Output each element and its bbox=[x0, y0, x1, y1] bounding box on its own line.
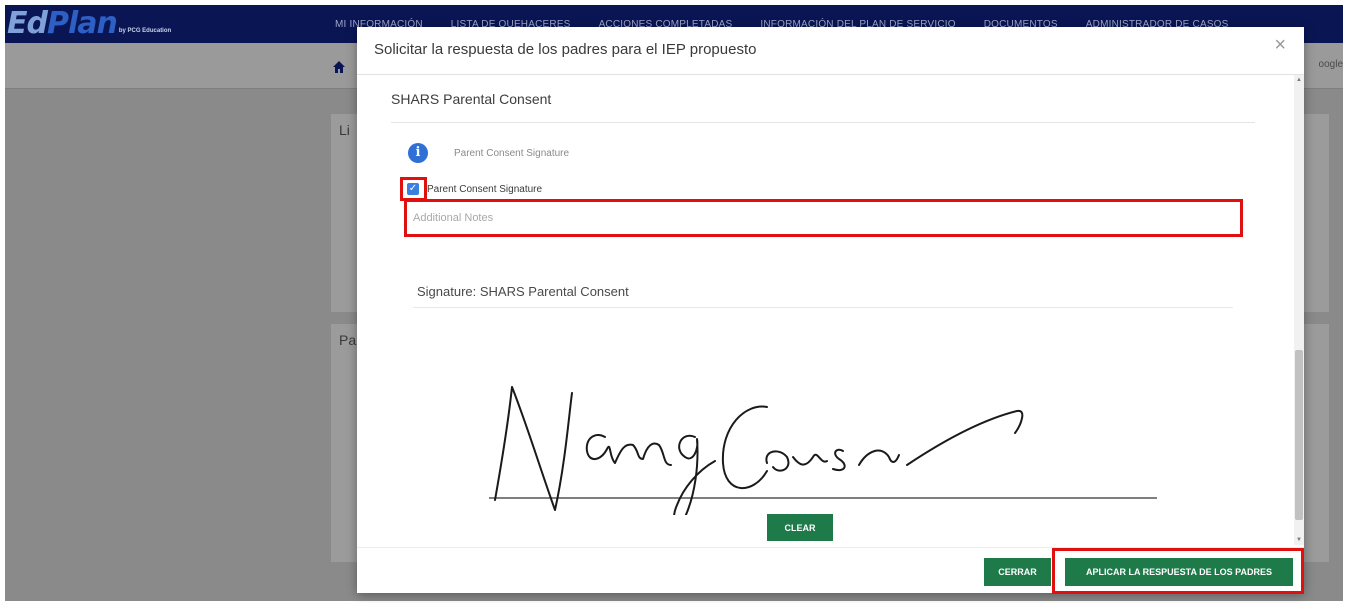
close-icon[interactable]: × bbox=[1274, 33, 1286, 57]
signature-pad[interactable] bbox=[467, 345, 1187, 515]
parent-response-dialog: Solicitar la respuesta de los padres par… bbox=[357, 27, 1304, 594]
scroll-up-arrow-icon[interactable]: ▲ bbox=[1296, 77, 1302, 83]
edplan-logo[interactable]: Ed Plan by PCG Education bbox=[7, 7, 171, 41]
home-icon[interactable] bbox=[332, 60, 346, 74]
section-title: SHARS Parental Consent bbox=[391, 91, 552, 107]
info-text: Parent Consent Signature bbox=[454, 148, 570, 159]
google-translate-text[interactable]: oogle bbox=[1319, 59, 1343, 70]
scroll-thumb[interactable] bbox=[1295, 350, 1303, 520]
logo-plan-text: Plan bbox=[46, 6, 118, 41]
dialog-header: Solicitar la respuesta de los padres par… bbox=[357, 27, 1304, 75]
dialog-scrollbar[interactable]: ▲ ▼ bbox=[1294, 75, 1304, 545]
background-card-label: Pa bbox=[339, 332, 357, 348]
background-card-label: Li bbox=[339, 122, 350, 138]
checkbox-label: Parent Consent Signature bbox=[427, 184, 543, 195]
logo-by-text: by PCG Education bbox=[118, 28, 172, 34]
dialog-footer: CERRAR APLICAR LA RESPUESTA DE LOS PADRE… bbox=[357, 547, 1304, 594]
clear-signature-button[interactable]: CLEAR bbox=[767, 514, 833, 541]
dialog-title: Solicitar la respuesta de los padres par… bbox=[374, 41, 757, 58]
signature-stroke bbox=[494, 386, 1024, 515]
logo-ed-text: Ed bbox=[7, 6, 48, 41]
dialog-body: SHARS Parental Consent i Parent Consent … bbox=[357, 75, 1294, 545]
signature-divider bbox=[413, 307, 1233, 308]
section-divider bbox=[391, 122, 1255, 123]
additional-notes-input[interactable] bbox=[413, 207, 1233, 229]
info-icon: i bbox=[408, 143, 428, 163]
signature-title: Signature: SHARS Parental Consent bbox=[417, 284, 629, 299]
parent-consent-checkbox[interactable]: ✓ bbox=[407, 183, 419, 195]
apply-parent-response-button[interactable]: APLICAR LA RESPUESTA DE LOS PADRES bbox=[1065, 558, 1293, 586]
check-icon: ✓ bbox=[408, 183, 418, 194]
scroll-down-arrow-icon[interactable]: ▼ bbox=[1296, 537, 1302, 543]
cerrar-button[interactable]: CERRAR bbox=[984, 558, 1051, 586]
